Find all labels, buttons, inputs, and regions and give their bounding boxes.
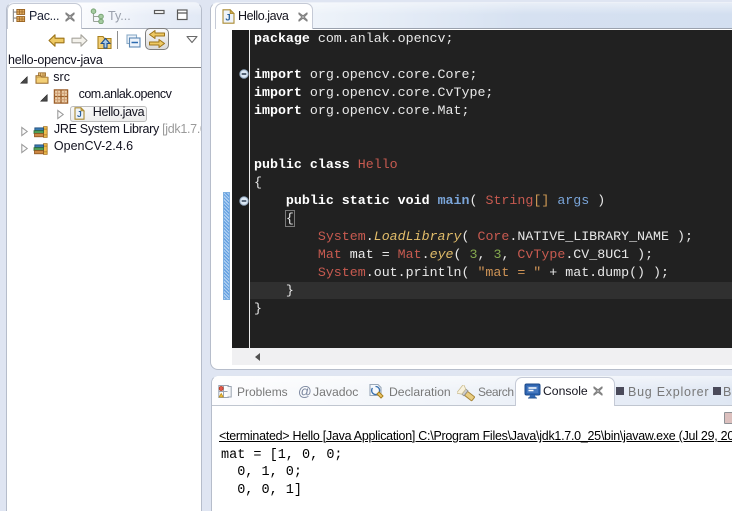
- svg-text:J: J: [225, 12, 230, 23]
- svg-text:J: J: [77, 109, 82, 119]
